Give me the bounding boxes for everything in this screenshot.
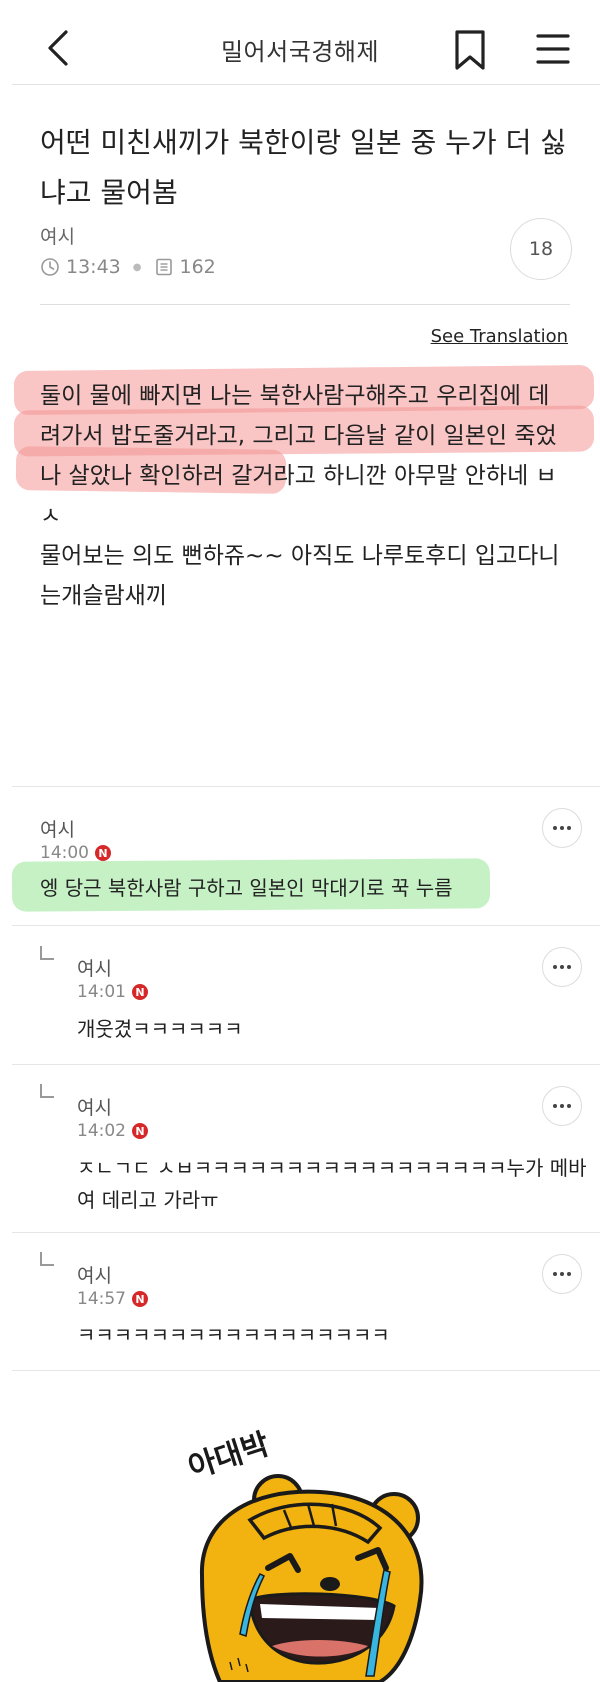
header-divider bbox=[12, 84, 600, 85]
comment-text-line: 여 데리고 가라ㅠ bbox=[77, 1188, 219, 1212]
comment-time: 14:57 N bbox=[77, 1289, 148, 1309]
comment-time-text: 14:00 bbox=[40, 843, 89, 863]
new-badge: N bbox=[132, 1123, 148, 1139]
comment-text: 개웃겼ㅋㅋㅋㅋㅋㅋ bbox=[77, 1017, 243, 1041]
comment-author: 여시 bbox=[77, 1265, 112, 1287]
comment-author: 여시 bbox=[77, 1097, 112, 1119]
comment-more-button[interactable] bbox=[542, 1254, 582, 1294]
post-time: 13:43 bbox=[66, 256, 121, 278]
comments-divider bbox=[12, 786, 600, 787]
comment-author: 여시 bbox=[77, 958, 112, 980]
new-badge: N bbox=[132, 984, 148, 1000]
new-badge: N bbox=[95, 845, 111, 861]
clock-icon bbox=[41, 258, 59, 276]
comment-time: 14:00 N bbox=[40, 843, 111, 863]
comment-text: ㅈㄴㄱㄷ ㅅㅂㅋㅋㅋㅋㅋㅋㅋㅋㅋㅋㅋㅋㅋㅋㅋㅋㅋ누가 메바 여 데리고 가라ㅠ bbox=[77, 1152, 587, 1216]
comment-text-line: ㅈㄴㄱㄷ ㅅㅂㅋㅋㅋㅋㅋㅋㅋㅋㅋㅋㅋㅋㅋㅋㅋㅋㅋ누가 메바 bbox=[77, 1156, 587, 1180]
top-navigation-bar: 밀어서국경해제 bbox=[0, 0, 600, 84]
post-body-line: ㅅ bbox=[40, 503, 62, 529]
comment-time: 14:01 N bbox=[77, 982, 148, 1002]
post-author: 여시 bbox=[40, 226, 75, 248]
sticker-caption: 아대박 bbox=[184, 1427, 274, 1486]
comment-time-text: 14:01 bbox=[77, 982, 126, 1002]
post-views: 162 bbox=[179, 256, 216, 278]
comment-time: 14:02 N bbox=[77, 1121, 148, 1141]
comment-text: ㅋㅋㅋㅋㅋㅋㅋㅋㅋㅋㅋㅋㅋㅋㅋㅋㅋ bbox=[77, 1323, 390, 1347]
post-meta: 13:43 ● 162 bbox=[40, 254, 216, 280]
bookmark-icon[interactable] bbox=[452, 28, 488, 72]
post-body: 둘이 물에 빠지면 나는 북한사람구해주고 우리집에 데 려가서 밥도줄거라고,… bbox=[40, 376, 580, 616]
comment-time-text: 14:02 bbox=[77, 1121, 126, 1141]
reply-indicator-icon bbox=[40, 946, 54, 960]
reply-indicator-icon bbox=[40, 1252, 54, 1266]
comment-more-button[interactable] bbox=[542, 947, 582, 987]
meta-separator: ● bbox=[132, 261, 142, 273]
comment-divider bbox=[12, 1232, 600, 1233]
comment-count-button[interactable]: 18 bbox=[510, 218, 572, 280]
post-title: 어떤 미친새끼가 북한이랑 일본 중 누가 더 싫냐고 물어봄 bbox=[40, 126, 566, 209]
post-divider bbox=[40, 304, 570, 305]
post-body-line: 려가서 밥도줄거라고, 그리고 다음날 같이 일본인 죽었 bbox=[40, 423, 557, 449]
hamburger-menu-icon[interactable] bbox=[534, 30, 572, 68]
post-body-line: 는개슬람새끼 bbox=[40, 583, 167, 609]
comment-more-button[interactable] bbox=[542, 808, 582, 848]
reply-indicator-icon bbox=[40, 1084, 54, 1098]
new-badge: N bbox=[132, 1291, 148, 1307]
see-translation-link[interactable]: See Translation bbox=[431, 326, 568, 347]
board-title: 밀어서국경해제 bbox=[220, 38, 380, 66]
post-body-line: 나 살았나 확인하러 갈거라고 하니깐 아무말 안하네 ㅂ bbox=[40, 463, 557, 489]
comment-more-button[interactable] bbox=[542, 1086, 582, 1126]
laughing-crying-bear-sticker: 아대박 bbox=[184, 1427, 424, 1682]
comment-author: 여시 bbox=[40, 819, 75, 841]
post-body-line: 둘이 물에 빠지면 나는 북한사람구해주고 우리집에 데 bbox=[40, 383, 550, 409]
views-icon bbox=[155, 258, 172, 276]
comment-count: 18 bbox=[528, 238, 554, 260]
comment-divider bbox=[12, 1064, 600, 1065]
post-body-line: 물어보는 의도 뻔하쥬~~ 아직도 나루토후디 입고다니 bbox=[40, 543, 560, 569]
comment-divider bbox=[12, 1370, 600, 1371]
comment-text: 엥 당근 북한사람 구하고 일본인 막대기로 꾹 누름 bbox=[40, 876, 453, 900]
comment-divider bbox=[12, 925, 600, 926]
comment-time-text: 14:57 bbox=[77, 1289, 126, 1309]
